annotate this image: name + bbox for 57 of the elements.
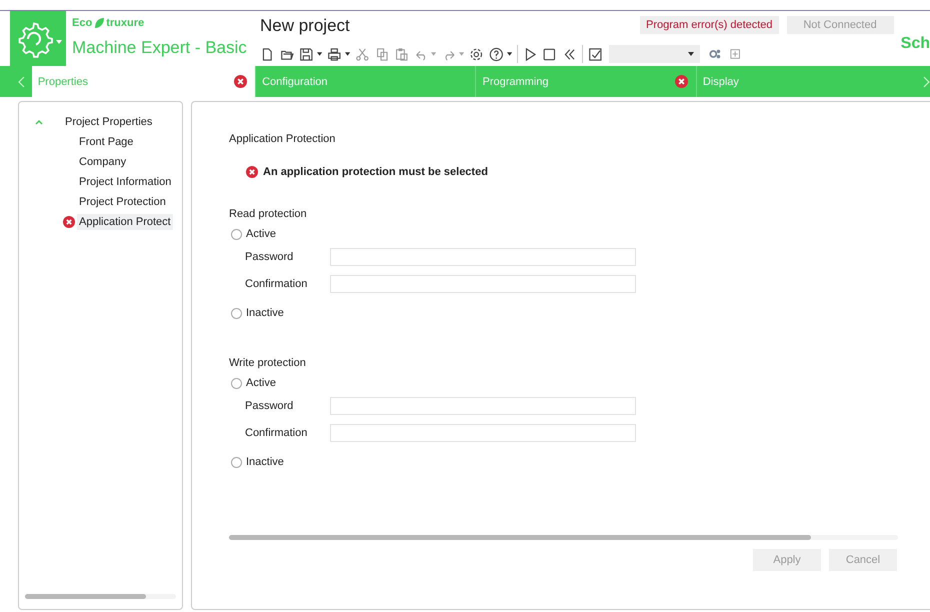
app-menu-button[interactable] (10, 11, 66, 66)
field-label: Password (245, 250, 294, 262)
caret-icon (316, 52, 322, 56)
printer-icon[interactable] (327, 46, 342, 62)
tree-item[interactable]: Project Information (77, 174, 174, 190)
scrollbar[interactable] (229, 535, 898, 540)
save-icon[interactable] (299, 46, 314, 62)
gears-icon[interactable] (708, 47, 721, 61)
input-field[interactable] (330, 274, 636, 292)
radio-label[interactable]: Active (246, 228, 276, 240)
status-label: Not Connected (786, 16, 894, 34)
input-field[interactable] (330, 424, 636, 442)
group-label: Read protection (229, 208, 308, 222)
caret-icon (344, 52, 350, 56)
radio-label[interactable]: Active (246, 377, 276, 389)
field-label: Confirmation (245, 278, 308, 290)
window-icon[interactable] (730, 48, 740, 60)
brand-logo: Eco truxure (72, 17, 144, 29)
scrollbar[interactable] (25, 594, 176, 599)
radio-label[interactable]: Inactive (246, 456, 284, 468)
scissors-icon[interactable] (354, 46, 370, 62)
radio-button[interactable] (231, 228, 242, 240)
paste-icon[interactable] (394, 46, 409, 62)
radio-button[interactable] (231, 456, 242, 468)
input-field[interactable] (330, 396, 636, 414)
new-file-icon[interactable] (260, 46, 275, 62)
radio-button[interactable] (231, 308, 242, 318)
help-icon[interactable] (489, 46, 504, 62)
caret-icon (506, 52, 512, 56)
caret-icon (431, 52, 437, 56)
chevron-up-icon[interactable] (35, 119, 43, 125)
chevron-right-icon[interactable] (922, 76, 930, 88)
product-name: Machine Expert - Basic (72, 38, 248, 58)
copy-icon[interactable] (374, 46, 390, 62)
radio-button[interactable] (231, 378, 242, 388)
chevron-left-icon[interactable] (18, 76, 26, 88)
status-label: Program error(s) detected (640, 16, 779, 34)
radio-label[interactable]: Inactive (246, 307, 284, 319)
tree-item[interactable]: Application Protect (77, 214, 173, 230)
tree-item[interactable]: Project Protection (77, 194, 168, 210)
caret-icon (688, 52, 694, 56)
project-title: New project (260, 16, 350, 37)
caret-icon (56, 40, 62, 44)
tree-item[interactable]: Project Properties (63, 114, 154, 130)
vendor-logo: Sch (900, 35, 930, 53)
group-label: Write protection (229, 357, 307, 371)
field-label: Confirmation (245, 426, 308, 438)
input-field[interactable] (330, 248, 636, 266)
field-label: Password (245, 400, 294, 412)
tree-item[interactable]: Front Page (77, 134, 136, 150)
error-icon (246, 166, 258, 178)
tree-item[interactable]: Company (77, 154, 128, 170)
section-title: Application Protection (229, 133, 336, 147)
caret-icon (459, 52, 464, 56)
error-message: An application protection must be selected (263, 166, 488, 178)
checkbox-icon[interactable] (588, 46, 602, 62)
leaf-icon (93, 17, 106, 29)
